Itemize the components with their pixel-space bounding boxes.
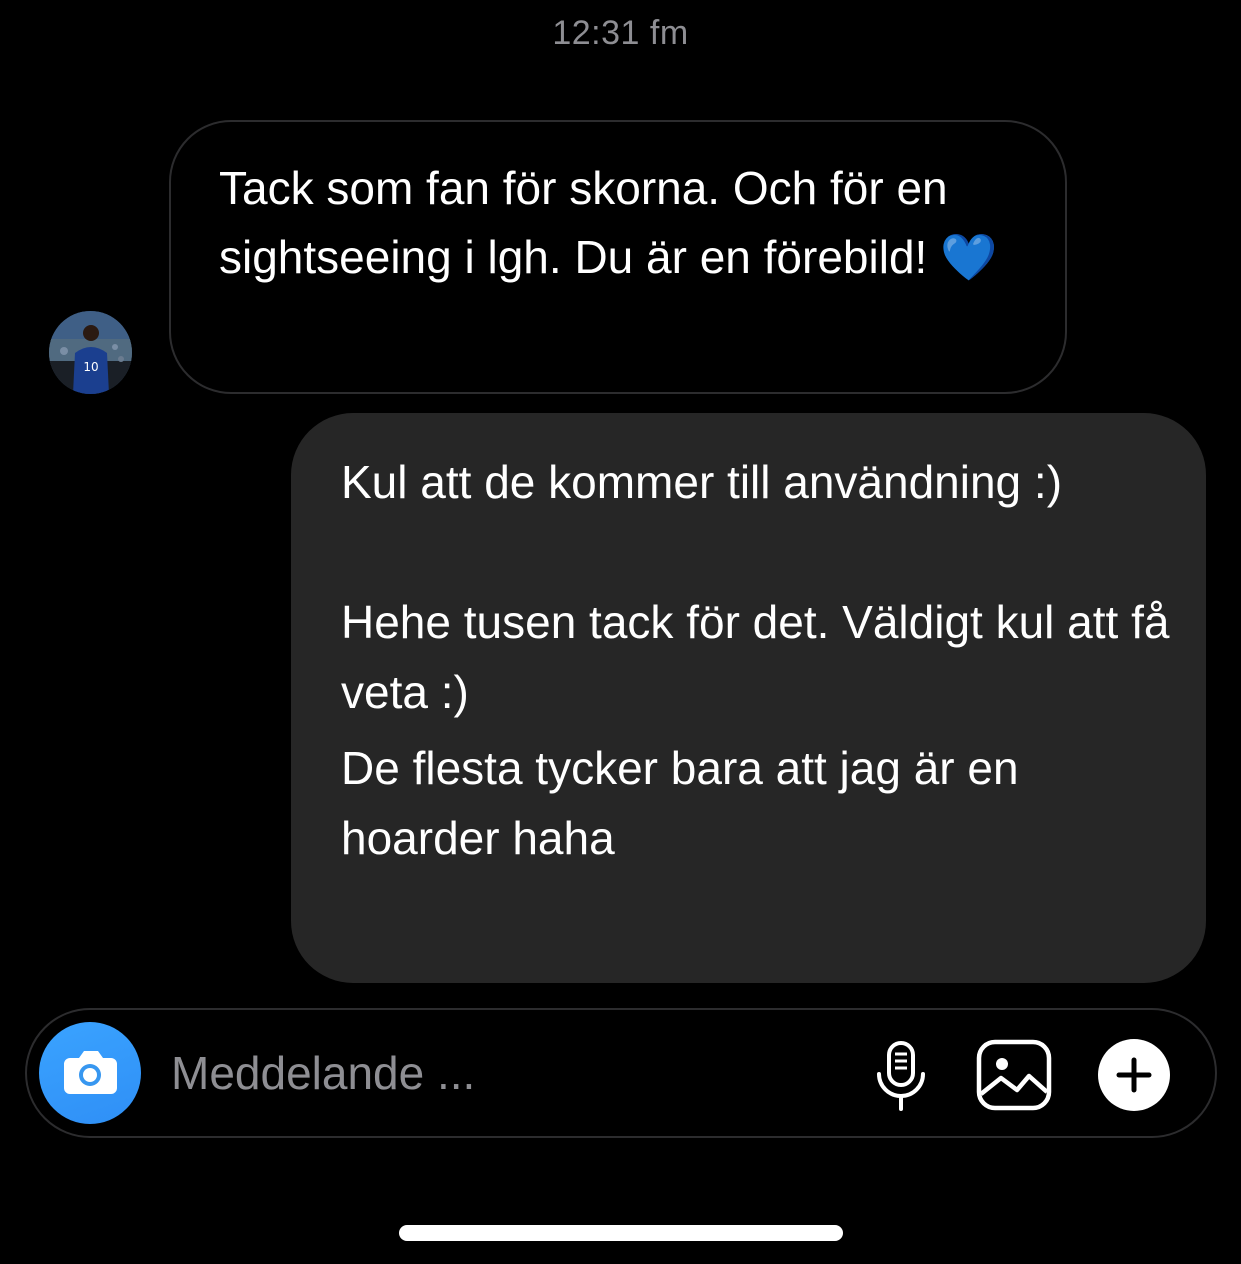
blue-heart-emoji: 💙 <box>940 230 998 284</box>
more-options-button[interactable] <box>1097 1038 1171 1112</box>
sender-avatar[interactable]: 10 <box>49 311 132 394</box>
message-timestamp: 12:31 fm <box>552 14 689 52</box>
camera-icon <box>64 1051 117 1094</box>
message-composer <box>25 1008 1217 1138</box>
plus-icon <box>1098 1039 1170 1111</box>
gallery-icon <box>976 1039 1052 1111</box>
microphone-icon <box>877 1041 925 1111</box>
voice-message-button[interactable] <box>869 1038 933 1114</box>
camera-button[interactable] <box>39 1022 141 1124</box>
outgoing-message-line-3: De flesta tycker bara att jag är en hoar… <box>341 742 1019 864</box>
avatar-image: 10 <box>49 311 132 394</box>
svg-text:10: 10 <box>83 360 98 374</box>
outgoing-message-bubble[interactable]: Kul att de kommer till användning :) Heh… <box>291 413 1206 983</box>
gallery-button[interactable] <box>975 1036 1053 1114</box>
home-indicator[interactable] <box>399 1225 843 1241</box>
incoming-message-bubble[interactable]: Tack som fan för skorna. Och för en sigh… <box>169 120 1067 394</box>
incoming-message-text: Tack som fan för skorna. Och för en sigh… <box>219 162 948 283</box>
outgoing-message-line-2: Hehe tusen tack för det. Väldigt kul att… <box>341 596 1170 718</box>
message-input[interactable] <box>171 1038 821 1108</box>
outgoing-message-line-1: Kul att de kommer till användning :) <box>341 456 1063 508</box>
